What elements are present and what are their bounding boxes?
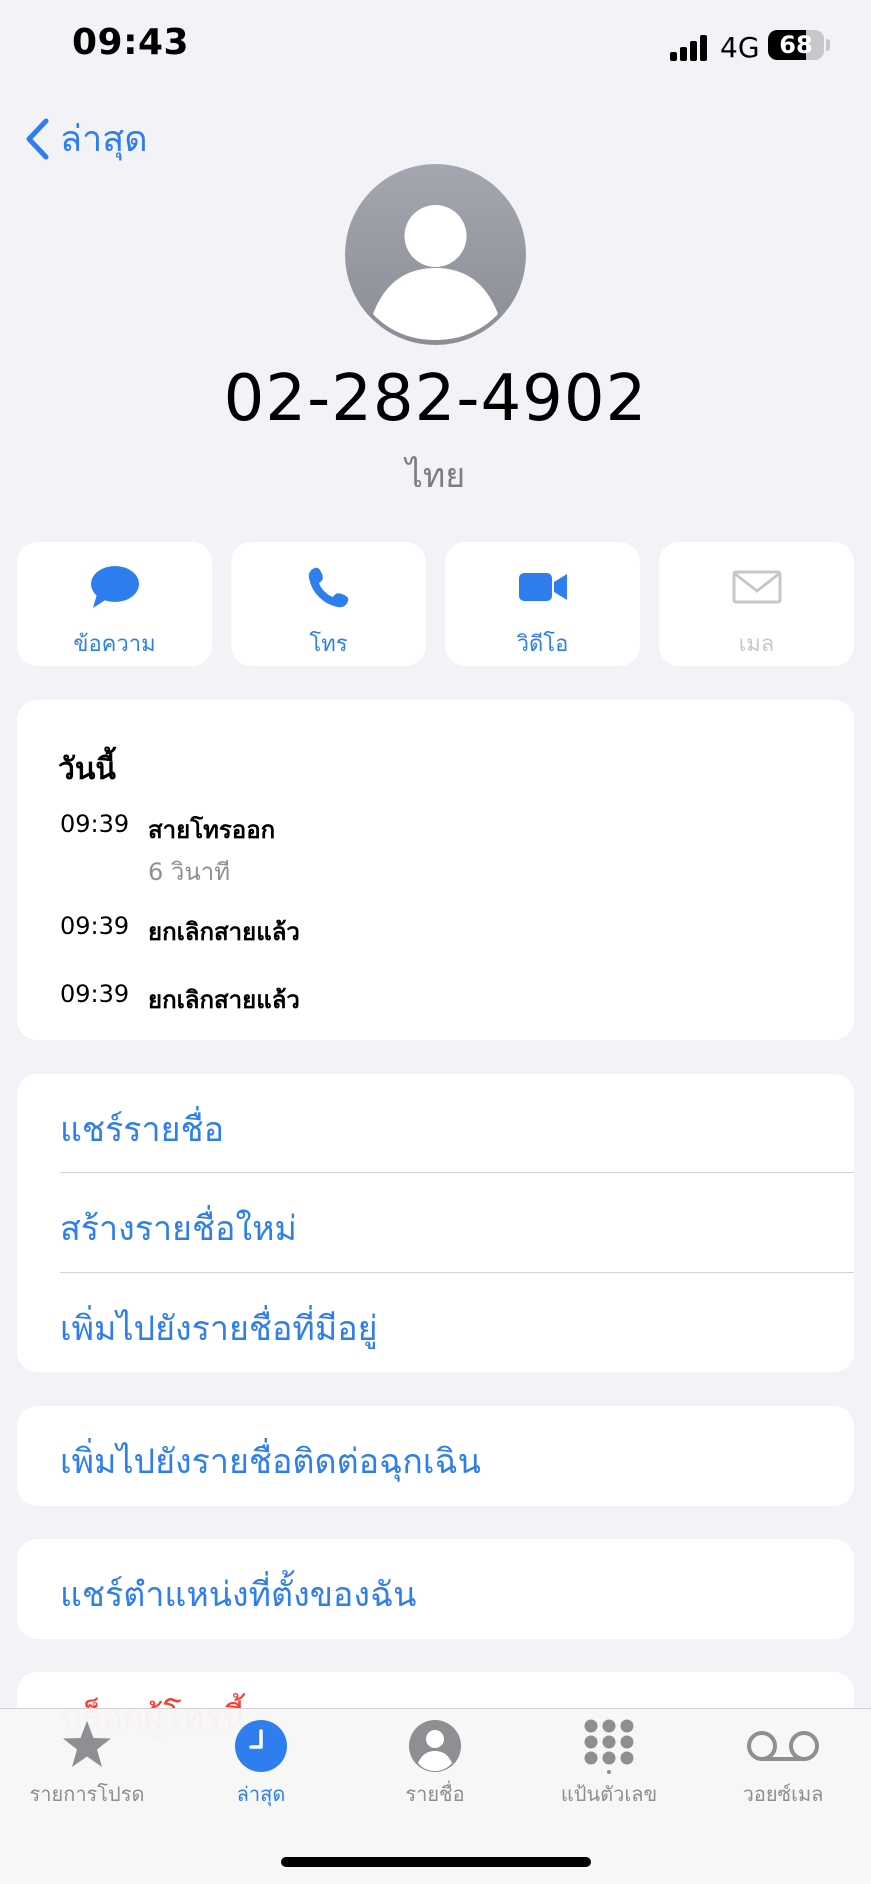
tab-label: วอยซ์เมล: [742, 1782, 824, 1806]
video-button[interactable]: วิดีโอ: [445, 542, 640, 666]
call-history-card: [17, 700, 854, 1040]
tab-label: รายการโปรด: [29, 1782, 145, 1806]
tab-favorites[interactable]: รายการโปรด: [0, 1718, 174, 1810]
history-time: 09:39: [60, 980, 130, 1008]
tab-voicemail[interactable]: วอยซ์เมล: [696, 1718, 870, 1810]
history-type: ยกเลิกสายแล้ว: [148, 986, 300, 1014]
message-bubble-icon: [91, 566, 139, 608]
call-button[interactable]: โทร: [231, 542, 426, 666]
clock-icon: [235, 1720, 287, 1772]
battery-percent: 68: [779, 31, 813, 59]
tab-label: ล่าสุด: [236, 1782, 286, 1806]
tab-recents[interactable]: ล่าสุด: [174, 1718, 348, 1810]
history-type: ยกเลิกสายแล้ว: [148, 918, 300, 946]
add-to-emergency-link[interactable]: เพิ่มไปยังรายชื่อติดต่อฉุกเฉิน: [60, 1434, 481, 1488]
divider: [60, 1272, 854, 1273]
add-to-existing-contact-link[interactable]: เพิ่มไปยังรายชื่อที่มีอยู่: [60, 1301, 378, 1355]
call-label: โทร: [309, 632, 348, 657]
message-button[interactable]: ข้อความ: [17, 542, 212, 666]
battery-cap: [826, 39, 830, 51]
mail-label: เมล: [738, 632, 775, 657]
home-indicator: [281, 1857, 591, 1867]
chevron-left-icon: [26, 118, 49, 159]
tab-label: แป้นตัวเลข: [560, 1782, 658, 1806]
message-label: ข้อความ: [73, 632, 156, 657]
contact-label: ไทย: [405, 456, 466, 496]
voicemail-icon: [747, 1731, 819, 1761]
network-type: 4G: [720, 31, 760, 64]
tab-label: รายชื่อ: [405, 1782, 465, 1806]
phone-icon: [308, 567, 349, 608]
history-type: สายโทรออก: [148, 816, 276, 844]
keypad-icon: [584, 1719, 634, 1774]
create-new-contact-link[interactable]: สร้างรายชื่อใหม่: [60, 1201, 297, 1255]
avatar: [345, 164, 526, 345]
person-silhouette-icon: [373, 205, 498, 340]
status-time: 09:43: [72, 22, 190, 63]
tab-keypad[interactable]: แป้นตัวเลข: [522, 1718, 696, 1810]
share-location-link[interactable]: แชร์ตำแหน่งที่ตั้งของฉัน: [60, 1567, 416, 1621]
divider: [60, 1172, 854, 1173]
history-time: 09:39: [60, 810, 130, 838]
mail-button[interactable]: เมล: [659, 542, 854, 666]
history-time: 09:39: [60, 912, 130, 940]
person-circle-icon: [409, 1720, 461, 1772]
video-label: วิดีโอ: [516, 632, 569, 657]
battery-icon: 68: [768, 30, 824, 60]
back-button[interactable]: ล่าสุด: [24, 110, 148, 167]
history-duration: 6 วินาที: [148, 858, 231, 886]
video-camera-icon: [519, 573, 567, 601]
history-title: วันนี้: [58, 752, 116, 787]
signal-strength-icon: [670, 33, 710, 61]
contact-number: 02-282-4902: [223, 362, 648, 436]
mail-envelope-icon: [732, 570, 782, 604]
star-icon: [63, 1721, 111, 1767]
share-contact-link[interactable]: แชร์รายชื่อ: [60, 1102, 224, 1156]
back-label: ล่าสุด: [60, 119, 148, 160]
tab-contacts[interactable]: รายชื่อ: [348, 1718, 522, 1810]
